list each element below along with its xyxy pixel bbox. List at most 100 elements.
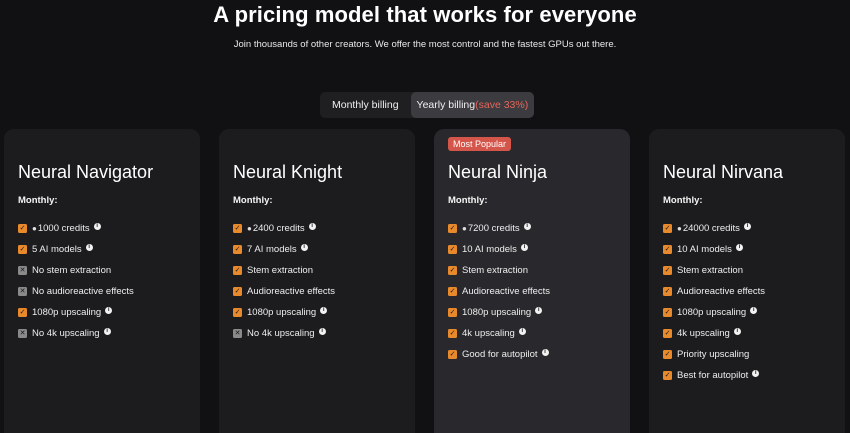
info-icon[interactable]: i: [320, 307, 328, 314]
checkbox-checked-icon: ✓: [448, 350, 457, 359]
info-icon[interactable]: i: [743, 223, 751, 230]
info-icon[interactable]: i: [318, 328, 326, 335]
plan-period-label: Monthly:: [663, 195, 703, 206]
feature-item: ✓ 10 AI models i: [448, 239, 550, 260]
feature-item: ✓ 4k upscaling i: [663, 323, 765, 344]
feature-item: ✓ 7 AI models i: [233, 239, 335, 260]
feature-text: No 4k upscaling: [247, 328, 315, 339]
feature-item: ✓ Stem extraction: [448, 260, 550, 281]
checkbox-checked-icon: ✓: [233, 224, 242, 233]
feature-item: ✓ 1080p upscaling i: [663, 302, 765, 323]
checkbox-checked-icon: ✓: [663, 266, 672, 275]
checkbox-checked-icon: ✓: [448, 308, 457, 317]
feature-text: Audioreactive effects: [677, 286, 766, 297]
checkbox-checked-icon: ✓: [448, 329, 457, 338]
coins-icon: ●: [247, 224, 252, 233]
feature-list: ✓ ● 2400 credits i ✓ 7 AI models i ✓ Stem extrac…: [233, 218, 335, 344]
feature-text: Audioreactive effects: [247, 286, 336, 297]
checkbox-checked-icon: ✓: [663, 329, 672, 338]
info-icon[interactable]: i: [518, 328, 526, 335]
feature-item: ✓ 5 AI models i: [18, 239, 134, 260]
most-popular-badge: Most Popular: [448, 137, 512, 151]
plan-card-neural-navigator[interactable]: Neural Navigator Monthly: ✓ ● 1000 credits…: [4, 129, 200, 433]
checkbox-checked-icon: ✓: [233, 245, 242, 254]
checkbox-checked-icon: ✓: [233, 308, 242, 317]
feature-item: ✓ Stem extraction: [663, 260, 765, 281]
plan-card-neural-ninja[interactable]: Most Popular Neural Ninja Monthly: ✓ ● 720…: [434, 129, 630, 433]
plan-period-label: Monthly:: [448, 195, 488, 206]
checkbox-checked-icon: ✓: [663, 350, 672, 359]
feature-text: 5 AI models: [32, 244, 82, 255]
page-subtitle: Join thousands of other creators. We off…: [233, 39, 617, 50]
checkbox-checked-icon: ✓: [448, 266, 457, 275]
plan-card-neural-nirvana[interactable]: Neural Nirvana Monthly: ✓ ● 24000 credits i…: [649, 129, 845, 433]
info-icon[interactable]: i: [523, 223, 531, 230]
feature-text: 2400 credits: [252, 223, 305, 234]
info-icon[interactable]: i: [750, 307, 758, 314]
feature-text: 24000 credits: [682, 223, 740, 234]
info-icon[interactable]: i: [520, 244, 528, 251]
feature-list: ✓ ● 7200 credits i ✓ 10 AI models i ✓ Stem extra…: [448, 218, 550, 365]
info-icon[interactable]: i: [103, 328, 111, 335]
feature-text: 10 AI models: [462, 244, 517, 255]
feature-item: ✓ Audioreactive effects: [233, 281, 335, 302]
feature-text: 4k upscaling: [677, 328, 730, 339]
plan-name: Neural Nirvana: [663, 162, 784, 182]
feature-text: Stem extraction: [247, 265, 313, 276]
feature-item: ✕ No 4k upscaling i: [18, 323, 134, 344]
plan-name: Neural Navigator: [18, 162, 154, 182]
info-icon[interactable]: i: [300, 244, 308, 251]
coins-icon: ●: [462, 224, 467, 233]
feature-text: Audioreactive effects: [462, 286, 551, 297]
checkbox-checked-icon: ✓: [663, 287, 672, 296]
yearly-billing-label: Yearly billing: [416, 99, 476, 111]
checkbox-crossed-icon: ✕: [18, 329, 27, 338]
checkbox-checked-icon: ✓: [663, 371, 672, 380]
feature-text: 1080p upscaling: [32, 307, 102, 318]
feature-item: ✓ 1080p upscaling i: [18, 302, 134, 323]
monthly-billing-button[interactable]: Monthly billing: [320, 92, 411, 118]
feature-list: ✓ ● 24000 credits i ✓ 10 AI models i ✓ Stem extr…: [663, 218, 765, 386]
info-icon[interactable]: i: [93, 223, 101, 230]
feature-text: Stem extraction: [462, 265, 528, 276]
feature-item: ✓ Audioreactive effects: [663, 281, 765, 302]
feature-item: ✓ 1080p upscaling i: [448, 302, 550, 323]
feature-text: 1080p upscaling: [247, 307, 317, 318]
info-icon[interactable]: i: [105, 307, 113, 314]
feature-text: 4k upscaling: [462, 328, 515, 339]
checkbox-checked-icon: ✓: [18, 308, 27, 317]
feature-text: Stem extraction: [677, 265, 743, 276]
feature-item: ✓ Best for autopilot i: [663, 365, 765, 386]
checkbox-crossed-icon: ✕: [18, 287, 27, 296]
checkbox-checked-icon: ✓: [233, 266, 242, 275]
feature-text: Best for autopilot: [677, 370, 749, 381]
info-icon[interactable]: i: [308, 223, 316, 230]
info-icon[interactable]: i: [85, 244, 93, 251]
pricing-page: A pricing model that works for everyone …: [0, 0, 850, 433]
checkbox-crossed-icon: ✕: [18, 266, 27, 275]
feature-item: ✓ Stem extraction: [233, 260, 335, 281]
feature-text: 1080p upscaling: [677, 307, 747, 318]
checkbox-checked-icon: ✓: [233, 287, 242, 296]
feature-text: Priority upscaling: [677, 349, 750, 360]
feature-text: No stem extraction: [32, 265, 112, 276]
info-icon[interactable]: i: [735, 244, 743, 251]
feature-list: ✓ ● 1000 credits i ✓ 5 AI models i ✕ No stem ext…: [18, 218, 134, 344]
plan-card-neural-knight[interactable]: Neural Knight Monthly: ✓ ● 2400 credits i ✓ 7…: [219, 129, 415, 433]
feature-item: ✕ No stem extraction: [18, 260, 134, 281]
coins-icon: ●: [677, 224, 682, 233]
plan-name: Neural Ninja: [448, 162, 548, 182]
info-icon[interactable]: i: [535, 307, 543, 314]
feature-item: ✓ ● 2400 credits i: [233, 218, 335, 239]
page-title: A pricing model that works for everyone: [213, 2, 637, 27]
feature-item: ✓ Good for autopilot i: [448, 344, 550, 365]
feature-text: 7200 credits: [467, 223, 520, 234]
info-icon[interactable]: i: [733, 328, 741, 335]
yearly-billing-button[interactable]: Yearly billing (save 33%): [410, 92, 535, 118]
checkbox-checked-icon: ✓: [663, 308, 672, 317]
info-icon[interactable]: i: [541, 349, 549, 356]
checkbox-checked-icon: ✓: [663, 245, 672, 254]
info-icon[interactable]: i: [752, 370, 760, 377]
checkbox-checked-icon: ✓: [448, 224, 457, 233]
feature-item: ✓ ● 24000 credits i: [663, 218, 765, 239]
